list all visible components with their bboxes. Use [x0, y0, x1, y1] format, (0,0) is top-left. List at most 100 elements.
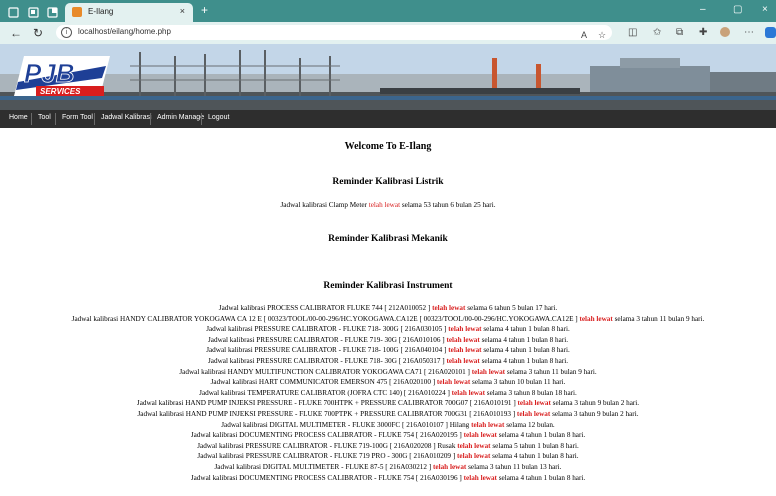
reminder-duration: selama 53 tahun 6 bulan 25 hari. [400, 201, 496, 209]
reminder-text: Jadwal kalibrasi HANDY CALIBRATOR YOKOGA… [71, 314, 580, 323]
site-info-icon[interactable]: i [61, 27, 72, 38]
reminder-duration: selama 3 tahun 11 bulan 13 hari. [466, 463, 562, 471]
browser-address-bar: ← ↻ i localhost/eilang/home.php A ☆ ◫ ✩ … [0, 22, 776, 45]
overdue-label: telah lewat [432, 304, 466, 312]
url-text[interactable]: localhost/eilang/home.php [78, 27, 171, 36]
reminder-line: Jadwal kalibrasi PRESSURE CALIBRATOR - F… [0, 452, 776, 460]
nav-divider [150, 113, 151, 125]
reminder-duration: selama 4 tahun 1 bulan 8 hari. [490, 452, 579, 461]
tab-title: E-Ilang [88, 7, 114, 16]
minimize-icon[interactable]: – [700, 4, 706, 15]
reminder-line: Jadwal kalibrasi PRESSURE CALIBRATOR - F… [0, 325, 776, 333]
new-tab-icon[interactable]: + [201, 3, 208, 17]
nav-divider [94, 113, 95, 125]
svg-text:SERVICES: SERVICES [40, 87, 81, 96]
nav-jadwal-kalibrasi[interactable]: Jadwal Kalibrasi [101, 114, 152, 121]
reminder-duration: selama 3 tahun 11 bulan 9 hari. [612, 314, 705, 323]
overdue-label: telah lewat [448, 325, 482, 334]
reminder-text: Jadwal kalibrasi PROCESS CALIBRATOR FLUK… [218, 304, 433, 312]
tab-close-icon[interactable]: × [180, 6, 185, 16]
site-banner: PJB SERVICES [0, 44, 776, 110]
reminder-duration: selama 4 tahun 1 bulan 8 hari. [479, 357, 569, 365]
section-heading-mekanik: Reminder Kalibrasi Mekanik [328, 234, 448, 244]
overdue-label: telah lewat [446, 335, 480, 344]
reminder-line: Jadwal kalibrasi PRESSURE CALIBRATOR - F… [0, 357, 776, 365]
page-title: Welcome To E-Ilang [344, 141, 432, 152]
reminder-line: Jadwal kalibrasi DIGITAL MULTIMETER - FL… [0, 463, 776, 471]
more-options-icon[interactable]: ⋯ [744, 27, 754, 38]
reminder-duration: selama 4 tahun 1 bulan 8 hari. [496, 473, 586, 482]
pjb-services-logo: PJB SERVICES [10, 52, 114, 100]
overdue-label: telah lewat [516, 410, 551, 418]
nav-tool[interactable]: Tool [38, 114, 51, 121]
browser-tab-active[interactable]: E-Ilang × [65, 3, 193, 22]
workspaces-icon[interactable] [28, 5, 39, 18]
maximize-icon[interactable]: ▢ [733, 4, 742, 15]
reminder-duration: selama 5 tahun 1 bulan 8 hari. [490, 441, 579, 450]
nav-admin-manage[interactable]: Admin Manage [157, 114, 204, 121]
overdue-label: telah lewat [471, 367, 506, 376]
collections-icon[interactable]: ⧉ [676, 27, 683, 38]
nav-divider [55, 113, 56, 125]
nav-divider [31, 113, 32, 125]
reminder-text: Jadwal kalibrasi HAND PUMP INJEKSI PRESS… [136, 399, 518, 408]
nav-divider [201, 113, 202, 125]
reminder-text: Jadwal kalibrasi HART COMMUNICATOR EMERS… [210, 378, 437, 387]
back-arrow-icon[interactable]: ← [10, 26, 22, 40]
reminder-text: Jadwal kalibrasi HANDY MULTIFUNCTION CAL… [179, 367, 472, 376]
main-nav: Home Tool Form Tool Jadwal Kalibrasi Adm… [0, 110, 776, 128]
reminder-duration: selama 4 tahun 1 bulan 8 hari. [481, 346, 570, 355]
reminder-duration: selama 4 tahun 1 bulan 8 hari. [479, 335, 569, 344]
overdue-label: telah lewat [436, 378, 471, 387]
reminder-text: Jadwal kalibrasi Clamp Meter [280, 201, 369, 209]
nav-home[interactable]: Home [9, 114, 28, 121]
favorites-icon[interactable]: ✩ [653, 27, 661, 38]
overdue-label: telah lewat [451, 388, 485, 397]
overdue-label: telah lewat [368, 201, 401, 209]
reminder-text: Jadwal kalibrasi PRESSURE CALIBRATOR - F… [206, 325, 449, 334]
reminder-duration: selama 3 tahun 9 bulan 2 hari. [550, 399, 640, 408]
extensions-icon[interactable]: ✚ [699, 27, 707, 38]
reminder-text: Jadwal kalibrasi DIGITAL MULTIMETER - FL… [214, 463, 433, 471]
nav-form-tool[interactable]: Form Tool [62, 114, 93, 121]
reminder-text: Jadwal kalibrasi PRESSURE CALIBRATOR - F… [197, 441, 458, 450]
power-plant-illustration [0, 44, 776, 110]
reminder-text: Jadwal kalibrasi PRESSURE CALIBRATOR - F… [207, 335, 447, 344]
tab-actions-icon[interactable] [47, 5, 58, 18]
reminder-text: Jadwal kalibrasi DOCUMENTING PROCESS CAL… [190, 431, 464, 440]
section-heading-instrument: Reminder Kalibrasi Instrument [323, 281, 453, 291]
copilot-icon[interactable] [765, 27, 776, 41]
reminder-line: Jadwal kalibrasi HAND PUMP INJEKSI PRESS… [0, 410, 776, 418]
reminder-text: Jadwal kalibrasi PRESSURE CALIBRATOR - F… [207, 357, 447, 365]
profile-avatar-icon[interactable] [720, 27, 730, 40]
overdue-label: telah lewat [579, 314, 613, 323]
browser-tab-bar: E-Ilang × + – ▢ × [0, 0, 776, 22]
reminder-line: Jadwal kalibrasi HART COMMUNICATOR EMERS… [0, 378, 776, 386]
reminder-text: Jadwal kalibrasi DOCUMENTING PROCESS CAL… [190, 473, 464, 482]
reminder-line: Jadwal kalibrasi PRESSURE CALIBRATOR - F… [0, 346, 776, 354]
reminder-line: Jadwal kalibrasi HANDY MULTIFUNCTION CAL… [0, 368, 776, 376]
reminder-text: Jadwal kalibrasi TEMPERATURE CALIBRATOR … [199, 388, 452, 397]
read-aloud-icon[interactable]: A [581, 30, 587, 40]
reminder-line: Jadwal kalibrasi TEMPERATURE CALIBRATOR … [0, 389, 776, 397]
reminder-text: Jadwal kalibrasi PRESSURE CALIBRATOR - F… [197, 452, 458, 461]
split-screen-icon[interactable]: ◫ [628, 27, 637, 38]
overdue-label: telah lewat [432, 463, 467, 471]
overdue-label: telah lewat [457, 441, 491, 450]
svg-text:PJB: PJB [24, 58, 75, 88]
reminder-text: Jadwal kalibrasi DIGITAL MULTIMETER - FL… [221, 420, 472, 429]
window-menu-icon[interactable] [8, 5, 19, 18]
section-heading-listrik: Reminder Kalibrasi Listrik [332, 177, 444, 187]
reminder-duration: selama 6 tahun 5 bulan 17 hari. [465, 304, 558, 312]
window-close-icon[interactable]: × [762, 4, 768, 15]
reload-icon[interactable]: ↻ [33, 26, 43, 40]
reminder-line: Jadwal kalibrasi Clamp Meter telah lewat… [0, 201, 776, 209]
favorite-star-icon[interactable]: ☆ [598, 30, 606, 41]
reminder-duration: selama 4 tahun 1 bulan 8 hari. [496, 431, 586, 440]
reminder-line: Jadwal kalibrasi DIGITAL MULTIMETER - FL… [0, 421, 776, 429]
nav-logout[interactable]: Logout [208, 114, 229, 121]
reminder-line: Jadwal kalibrasi DOCUMENTING PROCESS CAL… [0, 431, 776, 439]
url-input[interactable]: i localhost/eilang/home.php A ☆ [56, 25, 612, 40]
reminder-duration: selama 3 tahun 11 bulan 9 hari. [505, 367, 597, 376]
reminder-line: Jadwal kalibrasi PRESSURE CALIBRATOR - F… [0, 442, 776, 450]
